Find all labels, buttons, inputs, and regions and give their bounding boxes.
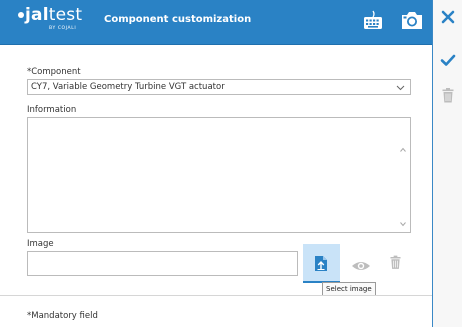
checkmark-icon <box>440 54 456 66</box>
keyboard-icon <box>364 10 382 29</box>
delete-image-button[interactable] <box>390 255 401 270</box>
trash-icon <box>442 88 454 103</box>
eye-icon <box>352 262 370 270</box>
component-label: *Component <box>27 67 81 77</box>
logo-subtitle: BY COJALI <box>49 26 77 31</box>
trash-icon <box>390 255 401 269</box>
mandatory-field-note: *Mandatory field <box>27 311 98 321</box>
select-image-tooltip: Select image <box>322 282 376 296</box>
information-label: Information <box>27 105 77 115</box>
scroll-down-icon[interactable] <box>400 221 406 227</box>
jaltest-logo: jaltest BY COJALI <box>18 5 83 31</box>
component-select[interactable]: CY7, Variable Geometry Turbine VGT actua… <box>27 79 411 95</box>
select-image-button[interactable] <box>303 244 340 283</box>
footer-divider <box>0 295 432 296</box>
image-label: Image <box>27 239 54 249</box>
information-textarea[interactable] <box>27 117 411 233</box>
scroll-up-icon[interactable] <box>400 147 406 153</box>
logo-text-bold: jal <box>25 5 49 25</box>
close-button[interactable] <box>440 9 456 25</box>
logo-text-light: test <box>48 5 83 25</box>
header-bar: jaltest BY COJALI Component customizatio… <box>0 0 432 45</box>
chevron-down-icon <box>396 85 405 91</box>
component-selected-value: CY7, Variable Geometry Turbine VGT actua… <box>31 82 225 92</box>
camera-button[interactable] <box>400 9 424 31</box>
right-action-bar <box>432 0 462 327</box>
delete-button[interactable] <box>442 88 454 103</box>
confirm-button[interactable] <box>440 52 456 68</box>
image-path-field[interactable] <box>27 251 298 276</box>
keyboard-button[interactable] <box>362 9 384 31</box>
close-icon <box>441 10 455 24</box>
page-title: Component customization <box>104 14 252 25</box>
view-image-button[interactable] <box>351 257 371 270</box>
file-upload-icon <box>315 256 327 271</box>
camera-icon <box>402 12 422 29</box>
